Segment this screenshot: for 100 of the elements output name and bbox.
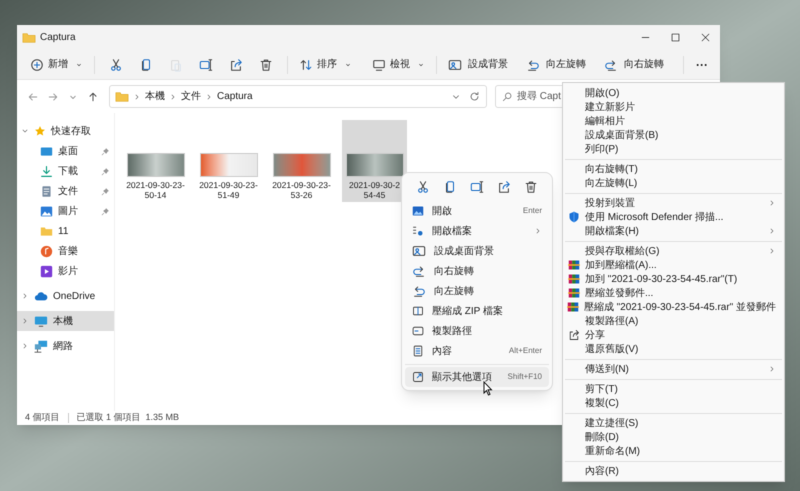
- menu-item[interactable]: 加到 "2021-09-30-23-54-45.rar"(T): [563, 272, 784, 286]
- menu-item[interactable]: 向左旋轉(L): [563, 176, 784, 190]
- menu-item[interactable]: 授與存取權給(G): [563, 244, 784, 258]
- menu-item[interactable]: 向右旋轉(T): [563, 162, 784, 176]
- menu-item[interactable]: 開啟檔案(H): [563, 224, 784, 238]
- rotate-right-button[interactable]: 向右旋轉: [599, 52, 669, 76]
- shortcut-text: Alt+Enter: [508, 345, 542, 357]
- menu-item[interactable]: 複製路徑(A): [563, 314, 784, 328]
- menu-item-label: 向左旋轉(L): [585, 176, 638, 190]
- picture-icon: [412, 205, 424, 217]
- up-icon: [87, 90, 99, 102]
- breadcrumb-item[interactable]: Captura: [217, 89, 253, 104]
- menu-item-label: 開啟(O): [585, 86, 620, 100]
- file-name: 2021-09-30-23- 50-14: [126, 180, 185, 200]
- menu-item[interactable]: 刪除(D): [563, 430, 784, 444]
- trash-icon: [259, 58, 273, 72]
- breadcrumb-item[interactable]: 文件: [181, 89, 201, 104]
- trash-icon: [524, 180, 538, 194]
- sidebar-item[interactable]: 影片: [17, 261, 114, 281]
- picture-icon: [40, 204, 53, 218]
- menu-item[interactable]: 開啟 Enter: [405, 201, 549, 221]
- menu-item[interactable]: 開啟(O): [563, 86, 784, 100]
- scissors-icon: [416, 180, 430, 194]
- set-background-button[interactable]: 設成背景: [443, 52, 513, 76]
- menu-item[interactable]: 分享: [563, 328, 784, 342]
- menu-item[interactable]: 剪下(T): [563, 382, 784, 396]
- menu-item[interactable]: 向左旋轉: [405, 281, 549, 301]
- sidebar-item[interactable]: 文件: [17, 181, 114, 201]
- menu-item[interactable]: 還原舊版(V): [563, 342, 784, 356]
- menu-item[interactable]: 開啟檔案: [405, 221, 549, 241]
- file-tile[interactable]: 2021-09-30-23- 51-49: [196, 120, 261, 202]
- sidebar-item[interactable]: 本機: [17, 311, 114, 331]
- menu-item[interactable]: 壓縮並發郵件...: [563, 286, 784, 300]
- desktop-icon: [40, 144, 53, 158]
- menu-item[interactable]: 使用 Microsoft Defender 掃描...: [563, 210, 784, 224]
- chevron-right-icon: [169, 92, 177, 100]
- sidebar-item[interactable]: 桌面: [17, 141, 114, 161]
- sidebar-item[interactable]: 11: [17, 221, 114, 241]
- menu-item[interactable]: 設成桌面背景: [405, 241, 549, 261]
- menu-item[interactable]: 內容 Alt+Enter: [405, 341, 549, 361]
- menu-item-label: 複製(C): [585, 396, 619, 410]
- archive-books-icon: [568, 273, 580, 285]
- share-icon: [229, 58, 243, 72]
- menu-item[interactable]: 設成桌面背景(B): [563, 128, 784, 142]
- breadcrumb-item[interactable]: 本機: [145, 89, 165, 104]
- file-tile[interactable]: 2021-09-30-2 54-45: [342, 120, 407, 202]
- menu-item-label: 壓縮成 "2021-09-30-23-54-45.rar" 並發郵件: [584, 300, 776, 314]
- search-icon: [502, 91, 513, 102]
- menu-item-label: 加到 "2021-09-30-23-54-45.rar"(T): [585, 272, 738, 286]
- menu-item[interactable]: 向右旋轉: [405, 261, 549, 281]
- new-button[interactable]: 新增: [25, 52, 88, 76]
- rotate-left-button[interactable]: 向左旋轉: [521, 52, 591, 76]
- menu-item[interactable]: 複製路徑: [405, 321, 549, 341]
- menu-item-label: 投射到裝置: [585, 196, 635, 210]
- menu-item-label: 開啟: [432, 204, 452, 218]
- file-name: 2021-09-30-23- 51-49: [199, 180, 258, 200]
- thumbnail-image: [272, 153, 330, 177]
- window-title: Captura: [40, 31, 76, 45]
- menu-item[interactable]: 壓縮成 ZIP 檔案: [405, 301, 549, 321]
- menu-item[interactable]: 列印(P): [563, 142, 784, 156]
- thumbnail-image: [346, 153, 404, 177]
- menu-item[interactable]: 傳送到(N): [563, 362, 784, 376]
- rotate-left-icon: [412, 284, 426, 298]
- forward-icon: [47, 90, 59, 102]
- sidebar-item[interactable]: OneDrive: [17, 286, 114, 306]
- menu-item[interactable]: 加到壓縮檔(A)...: [563, 258, 784, 272]
- sidebar-item[interactable]: 音樂: [17, 241, 114, 261]
- maximize-icon: [670, 32, 680, 43]
- expand-icon: [412, 371, 424, 383]
- menu-item[interactable]: 壓縮成 "2021-09-30-23-54-45.rar" 並發郵件: [563, 300, 784, 314]
- menu-item[interactable]: 編輯相片: [563, 114, 784, 128]
- download-icon: [40, 164, 53, 178]
- shortcut-text: Shift+F10: [508, 371, 542, 383]
- sort-arrows-icon: [299, 58, 313, 72]
- sidebar-item[interactable]: 下載: [17, 161, 114, 181]
- menu-item-label: 複製路徑: [432, 324, 472, 338]
- menu-item-label: 刪除(D): [585, 430, 619, 444]
- sidebar-item[interactable]: 網路: [17, 336, 114, 356]
- copy-icon: [139, 58, 153, 72]
- menu-item-label: 建立新影片: [585, 100, 635, 114]
- menu-item[interactable]: 重新命名(M): [563, 444, 784, 458]
- menu-item[interactable]: 複製(C): [563, 396, 784, 410]
- archive-books-icon: [568, 287, 580, 299]
- menu-item[interactable]: 內容(R): [563, 464, 784, 478]
- menu-item[interactable]: 顯示其他選項 Shift+F10: [405, 367, 549, 387]
- menu-item[interactable]: 建立新影片: [563, 100, 784, 114]
- file-name: 2021-09-30-2 54-45: [348, 180, 400, 200]
- menu-item[interactable]: 建立捷徑(S): [563, 416, 784, 430]
- more-button[interactable]: ···: [690, 52, 714, 76]
- folder-icon: [115, 90, 129, 104]
- sidebar-item[interactable]: 圖片: [17, 201, 114, 221]
- address-bar[interactable]: 本機 文件 Captura: [109, 85, 487, 108]
- star-icon: [34, 125, 46, 137]
- menu-item[interactable]: 投射到裝置: [563, 196, 784, 210]
- file-tile[interactable]: 2021-09-30-23- 53-26: [269, 120, 334, 202]
- file-tile[interactable]: 2021-09-30-23- 50-14: [123, 120, 188, 202]
- sort-button[interactable]: 排序: [294, 52, 357, 76]
- sidebar-item[interactable]: 快速存取: [17, 121, 114, 141]
- network-icon: [34, 339, 48, 353]
- view-button[interactable]: 檢視: [367, 52, 430, 76]
